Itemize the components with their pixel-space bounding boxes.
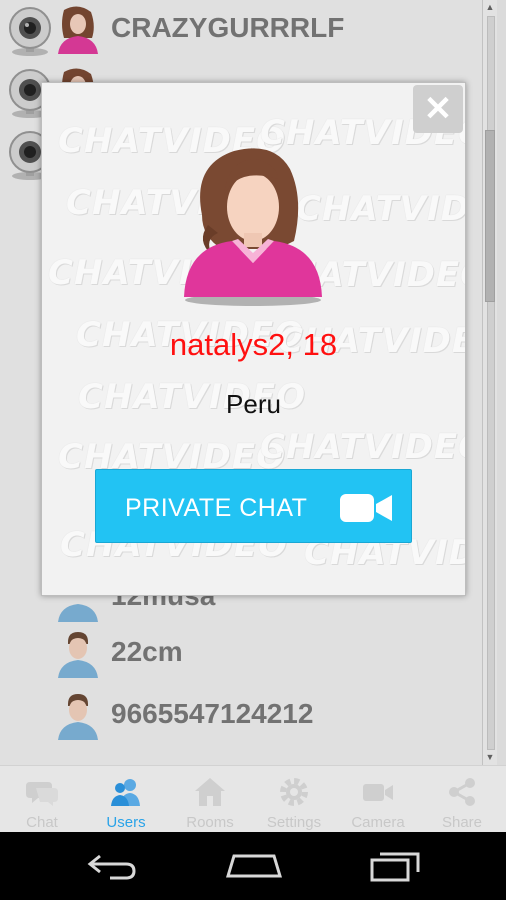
tab-label: Share: [441, 814, 483, 831]
gear-icon: [280, 778, 308, 806]
house-icon: [195, 778, 225, 806]
tab-chat[interactable]: Chat: [0, 766, 84, 833]
users-icon: [111, 779, 140, 806]
tab-label: Rooms: [186, 814, 234, 831]
bottom-tab-bar: Chat Users Rooms Settings Camera Share: [0, 765, 506, 833]
tab-label: Settings: [266, 814, 322, 831]
video-camera-icon: [363, 784, 393, 801]
system-navigation-bar: [0, 832, 506, 900]
chat-bubble-icon: [26, 782, 58, 806]
tab-rooms[interactable]: Rooms: [168, 766, 252, 833]
tab-users[interactable]: Users: [84, 766, 168, 833]
tab-settings[interactable]: Settings: [252, 766, 336, 833]
tab-label: Chat: [26, 814, 58, 831]
watermark: CHATVIDEO: [260, 427, 466, 467]
user-profile-dialog: CHATVIDEO CHATVIDEO CHATVIDEO CHATVIDEO …: [41, 82, 466, 596]
tab-label: Users: [106, 814, 146, 831]
tab-label: Camera: [351, 814, 405, 831]
profile-country: Peru: [226, 389, 281, 419]
private-chat-label: PRIVATE CHAT: [125, 494, 308, 522]
tab-camera[interactable]: Camera: [336, 766, 420, 833]
close-icon: ✕: [423, 90, 453, 128]
female-avatar-icon: [184, 148, 322, 306]
tab-share[interactable]: Share: [420, 766, 504, 833]
share-icon: [449, 778, 475, 806]
video-camera-icon: [340, 494, 392, 522]
close-button[interactable]: ✕: [413, 85, 463, 133]
home-icon[interactable]: [226, 850, 282, 882]
back-icon[interactable]: [86, 850, 138, 882]
recent-apps-icon[interactable]: [368, 850, 422, 882]
profile-username-age: natalys2, 18: [169, 327, 338, 362]
private-chat-button[interactable]: PRIVATE CHAT: [95, 469, 412, 543]
